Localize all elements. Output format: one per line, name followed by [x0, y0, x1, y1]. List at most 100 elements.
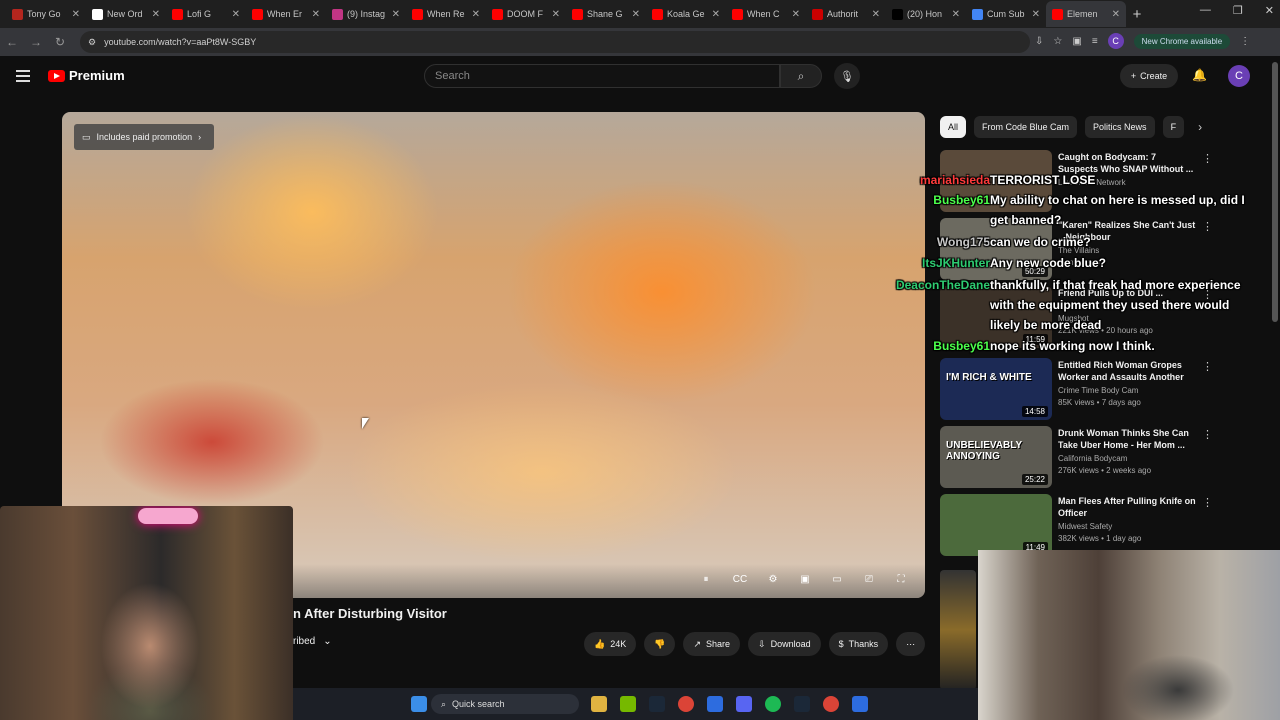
create-button[interactable]: + Create — [1120, 64, 1178, 88]
tab-close-icon[interactable]: ✕ — [952, 9, 960, 20]
tab-close-icon[interactable]: ✕ — [152, 9, 160, 20]
taskbar-search[interactable]: ⌕ Quick search — [431, 694, 579, 714]
like-button[interactable]: 👍 24K — [584, 632, 637, 656]
tab-close-icon[interactable]: ✕ — [392, 9, 400, 20]
bookmark-star-icon[interactable]: ☆ — [1053, 36, 1062, 47]
browser-tab[interactable]: Koala Ge ✕ — [646, 1, 726, 27]
search-button[interactable]: ⌕ — [780, 64, 822, 88]
video-thumbnail[interactable]: UNBELIEVABLY ANNOYING 25:22 — [940, 426, 1052, 488]
browser-tab[interactable]: (20) Hon ✕ — [886, 1, 966, 27]
more-vertical-icon[interactable]: ⋮ — [1202, 496, 1213, 509]
close-window-icon[interactable]: ✕ — [1265, 4, 1274, 17]
download-button[interactable]: ⇩ Download — [748, 632, 821, 656]
browser-tab[interactable]: Authorit ✕ — [806, 1, 886, 27]
channel-name[interactable]: Midwest Safety — [1058, 522, 1112, 531]
filter-chip[interactable]: F — [1162, 116, 1185, 138]
youtube-logo[interactable]: Premium — [48, 68, 125, 83]
chrome-icon[interactable] — [678, 696, 694, 712]
windows-start-icon[interactable] — [411, 696, 427, 712]
new-chrome-available-button[interactable]: New Chrome available — [1133, 33, 1231, 49]
discord-icon[interactable] — [736, 696, 752, 712]
browser-tab[interactable]: New Ord ✕ — [86, 1, 166, 27]
browser-tab[interactable]: DOOM F ✕ — [486, 1, 566, 27]
dislike-button[interactable]: 👎 — [644, 632, 676, 656]
subscribed-button[interactable]: ribed ⌄ — [293, 636, 332, 647]
new-tab-icon[interactable]: + — [1126, 6, 1148, 23]
video-thumbnail[interactable]: 11:49 — [940, 494, 1052, 556]
browser-tab[interactable]: Tony Go ✕ — [6, 1, 86, 27]
settings-gear-icon[interactable]: ⚙ — [765, 574, 781, 588]
share-button[interactable]: ↗ Share — [683, 632, 741, 656]
miniplayer-icon[interactable]: ▣ — [797, 574, 813, 588]
back-icon[interactable]: ← — [0, 35, 24, 49]
tab-close-icon[interactable]: ✕ — [472, 9, 480, 20]
filter-chip[interactable]: From Code Blue Cam — [974, 116, 1078, 138]
browser-menu-icon[interactable]: ⋮ — [1240, 36, 1250, 47]
site-info-icon[interactable]: ⚙ — [88, 37, 96, 48]
tab-close-icon[interactable]: ✕ — [1032, 9, 1040, 20]
browser-tab[interactable]: Shane G ✕ — [566, 1, 646, 27]
steam-icon-2[interactable] — [794, 696, 810, 712]
browser-profile-avatar[interactable]: C — [1107, 33, 1124, 49]
recommended-video-title[interactable]: Drunk Woman Thinks She Can Take Uber Hom… — [1058, 427, 1198, 451]
theater-mode-icon[interactable]: ▭ — [829, 574, 845, 588]
tab-close-icon[interactable]: ✕ — [792, 9, 800, 20]
tab-close-icon[interactable]: ✕ — [552, 9, 560, 20]
channel-name[interactable]: California Bodycam — [1058, 454, 1127, 463]
filter-chip[interactable]: All — [940, 116, 967, 138]
more-actions-button[interactable]: ⋯ — [896, 632, 926, 656]
search-input[interactable]: Search — [424, 64, 780, 88]
spotify-icon[interactable] — [765, 696, 781, 712]
chips-next-icon[interactable]: › — [1198, 120, 1202, 134]
side-panel-icon[interactable]: ▣ — [1072, 36, 1081, 47]
page-scrollbar[interactable] — [1272, 62, 1278, 322]
tab-close-icon[interactable]: ✕ — [312, 9, 320, 20]
url-field[interactable]: ⚙ youtube.com/watch?v=aaPt8W-SGBY — [80, 31, 1030, 53]
forward-icon[interactable]: → — [24, 35, 48, 49]
recommended-video-title[interactable]: Entitled Rich Woman Gropes Worker and As… — [1058, 359, 1198, 383]
more-vertical-icon[interactable]: ⋮ — [1202, 428, 1213, 441]
file-explorer-icon[interactable] — [591, 696, 607, 712]
app-icon-2[interactable] — [852, 696, 868, 712]
recommended-video-title[interactable]: Man Flees After Pulling Knife on Officer — [1058, 495, 1198, 519]
nvidia-icon[interactable] — [620, 696, 636, 712]
tab-close-icon[interactable]: ✕ — [1112, 9, 1120, 20]
restore-icon[interactable]: ❐ — [1233, 4, 1243, 17]
filter-chip[interactable]: Politics News — [1085, 116, 1155, 138]
browser-tab[interactable]: When C ✕ — [726, 1, 806, 27]
cast-icon[interactable]: ⎚ — [861, 574, 877, 588]
menu-icon[interactable] — [16, 70, 30, 82]
recommended-video[interactable]: UNBELIEVABLY ANNOYING 25:22 Drunk Woman Th… — [940, 424, 1270, 488]
browser-tab[interactable]: Elemen ✕ — [1046, 1, 1126, 27]
browser-tab[interactable]: When Er ✕ — [246, 1, 326, 27]
paid-promotion-badge[interactable]: ▭ Includes paid promotion › — [74, 124, 214, 150]
tab-close-icon[interactable]: ✕ — [712, 9, 720, 20]
browser-tab[interactable]: When Re ✕ — [406, 1, 486, 27]
fullscreen-icon[interactable]: ⛶ — [893, 574, 909, 588]
chrome-icon-2[interactable] — [823, 696, 839, 712]
captions-icon[interactable]: CC — [732, 574, 748, 588]
recommended-video[interactable]: I'M RICH & WHITE 14:58 Entitled Rich Woman… — [940, 356, 1270, 420]
browser-tab[interactable]: Lofi G ✕ — [166, 1, 246, 27]
install-icon[interactable]: ⇩ — [1035, 36, 1043, 47]
channel-name[interactable]: Crime Time Body Cam — [1058, 386, 1138, 395]
video-thumbnail[interactable]: I'M RICH & WHITE 14:58 — [940, 358, 1052, 420]
reload-icon[interactable]: ↻ — [48, 35, 72, 49]
browser-tab[interactable]: Cum Sub ✕ — [966, 1, 1046, 27]
autoplay-toggle[interactable]: ⏸ — [698, 574, 714, 588]
tab-close-icon[interactable]: ✕ — [632, 9, 640, 20]
minimize-icon[interactable]: — — [1200, 4, 1211, 17]
thanks-button[interactable]: $ Thanks — [828, 632, 889, 656]
recommended-video[interactable]: 11:49 Man Flees After Pulling Knife on Of… — [940, 492, 1270, 556]
notifications-bell-icon[interactable]: 🔔 — [1192, 68, 1207, 82]
tab-close-icon[interactable]: ✕ — [232, 9, 240, 20]
tab-close-icon[interactable]: ✕ — [872, 9, 880, 20]
extensions-icon[interactable]: ≡ — [1092, 36, 1098, 47]
voice-search-button[interactable]: 🎙 — [834, 63, 860, 89]
browser-tab[interactable]: (9) Instag ✕ — [326, 1, 406, 27]
more-vertical-icon[interactable]: ⋮ — [1202, 360, 1213, 373]
more-vertical-icon[interactable]: ⋮ — [1202, 152, 1213, 165]
steam-icon[interactable] — [649, 696, 665, 712]
app-icon[interactable] — [707, 696, 723, 712]
account-avatar[interactable]: C — [1228, 65, 1250, 87]
